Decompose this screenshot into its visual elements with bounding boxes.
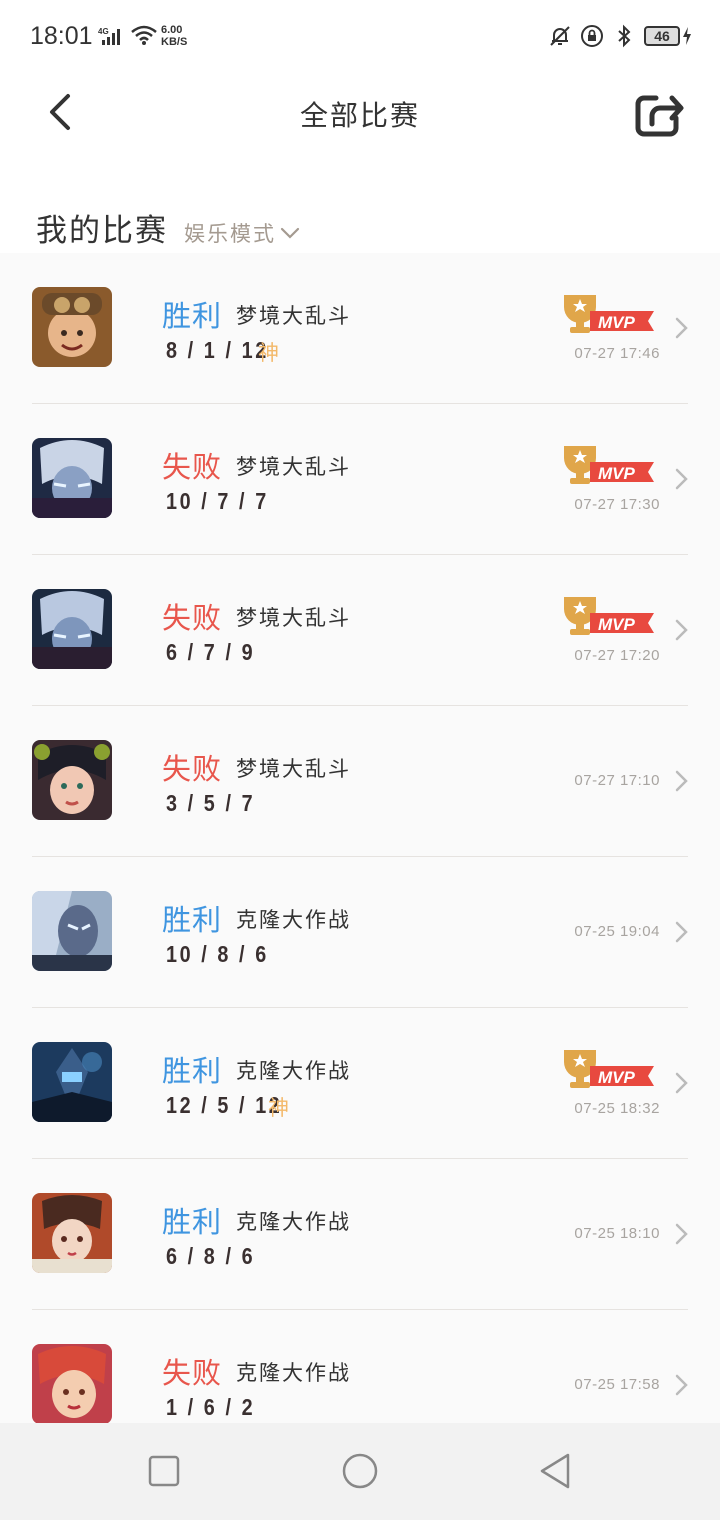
share-icon <box>635 95 684 137</box>
match-kda: 6 / 8 / 6 <box>166 1243 256 1269</box>
match-mode: 克隆大作战 <box>236 1059 351 1083</box>
charging-icon <box>683 27 691 45</box>
mvp-badge: MVP <box>564 597 654 635</box>
chevron-right-icon <box>675 770 688 792</box>
match-row[interactable]: 胜利 克隆大作战 12 / 5 / 12 神 MVP 07-25 18:32 <box>0 1008 720 1159</box>
speed-unit: KB/S <box>161 36 188 48</box>
match-row[interactable]: 失败 梦境大乱斗 6 / 7 / 9 MVP 07-27 17:20 <box>0 555 720 706</box>
match-time: 07-25 17:58 <box>574 1376 660 1393</box>
hero-avatar <box>32 1042 112 1122</box>
match-result: 胜利 <box>162 903 223 937</box>
match-result: 失败 <box>162 752 223 786</box>
system-nav-bar <box>0 1423 720 1520</box>
app-header: 全部比赛 <box>0 72 720 156</box>
page-title: 全部比赛 <box>299 99 420 132</box>
match-row[interactable]: 胜利 梦境大乱斗 8 / 1 / 12 神 MVP 07-27 17:46 <box>0 253 720 404</box>
section-title: 我的比赛 <box>36 213 168 249</box>
match-time: 07-27 17:10 <box>574 772 660 789</box>
chevron-right-icon <box>675 1223 688 1245</box>
match-mode: 克隆大作战 <box>236 1210 351 1234</box>
match-mode: 梦境大乱斗 <box>236 757 351 781</box>
square-icon <box>148 1455 180 1487</box>
mvp-label: MVP <box>598 313 636 332</box>
match-mode: 克隆大作战 <box>236 908 351 932</box>
match-result: 胜利 <box>162 1205 223 1239</box>
match-result: 胜利 <box>162 299 223 333</box>
match-kda: 10 / 7 / 7 <box>166 488 269 514</box>
match-result: 失败 <box>162 1356 223 1390</box>
match-list[interactable]: 胜利 梦境大乱斗 8 / 1 / 12 神 MVP 07-27 17:46 失败… <box>0 253 720 1423</box>
triangle-back-icon <box>540 1453 570 1489</box>
match-result: 胜利 <box>162 1054 223 1088</box>
match-time: 07-25 18:32 <box>574 1100 660 1117</box>
match-kda: 3 / 5 / 7 <box>166 790 256 816</box>
home-button[interactable] <box>340 1451 380 1491</box>
match-mode: 梦境大乱斗 <box>236 304 351 328</box>
god-badge: 神 <box>258 341 279 365</box>
circle-icon <box>342 1453 378 1489</box>
chevron-right-icon <box>675 1374 688 1396</box>
match-time: 07-25 19:04 <box>574 923 660 940</box>
recents-button[interactable] <box>144 1451 184 1491</box>
mvp-badge: MVP <box>564 295 654 333</box>
match-kda: 1 / 6 / 2 <box>166 1394 256 1420</box>
share-button[interactable] <box>634 90 686 138</box>
match-row[interactable]: 胜利 克隆大作战 6 / 8 / 6 07-25 18:10 <box>0 1159 720 1310</box>
chevron-down-icon <box>280 227 300 239</box>
hero-avatar <box>32 287 112 367</box>
rotation-lock-icon <box>581 25 603 47</box>
hero-avatar <box>32 1193 112 1273</box>
match-mode: 梦境大乱斗 <box>236 606 351 630</box>
match-result: 失败 <box>162 450 223 484</box>
mvp-label: MVP <box>598 1068 636 1087</box>
chevron-right-icon <box>675 1072 688 1094</box>
god-badge: 神 <box>268 1096 289 1120</box>
match-time: 07-27 17:20 <box>574 647 660 664</box>
network-label: 4G <box>98 27 109 36</box>
battery-indicator: 46 <box>644 26 692 46</box>
mvp-label: MVP <box>598 464 636 483</box>
nav-back-button[interactable] <box>536 1451 576 1491</box>
hero-avatar <box>32 1344 112 1423</box>
speed-value: 6.00 <box>161 24 183 36</box>
chevron-right-icon <box>675 619 688 641</box>
battery-level: 46 <box>644 26 680 46</box>
hero-avatar <box>32 740 112 820</box>
chevron-right-icon <box>675 317 688 339</box>
match-mode: 克隆大作战 <box>236 1361 351 1385</box>
match-kda: 10 / 8 / 6 <box>166 941 269 967</box>
match-time: 07-27 17:46 <box>574 345 660 362</box>
match-kda: 6 / 7 / 9 <box>166 639 256 665</box>
match-kda: 8 / 1 / 12 <box>166 337 269 363</box>
hero-avatar <box>32 589 112 669</box>
mvp-badge: MVP <box>564 446 654 484</box>
mvp-label: MVP <box>598 615 636 634</box>
match-result: 失败 <box>162 601 223 635</box>
match-row[interactable]: 失败 梦境大乱斗 10 / 7 / 7 MVP 07-27 17:30 <box>0 404 720 555</box>
hero-avatar <box>32 438 112 518</box>
mvp-badge: MVP <box>564 1050 654 1088</box>
mode-filter-dropdown[interactable]: 娱乐模式 <box>184 218 300 248</box>
bluetooth-icon <box>618 24 631 48</box>
signal-icon: 4G <box>98 27 120 45</box>
bell-off-icon <box>550 26 570 46</box>
match-time: 07-25 18:10 <box>574 1225 660 1242</box>
status-time: 18:01 <box>30 22 93 50</box>
match-row[interactable]: 胜利 克隆大作战 10 / 8 / 6 07-25 19:04 <box>0 857 720 1008</box>
chevron-right-icon <box>675 921 688 943</box>
match-kda: 12 / 5 / 12 <box>166 1092 283 1118</box>
match-time: 07-27 17:30 <box>574 496 660 513</box>
section-heading: 我的比赛 娱乐模式 <box>36 205 300 255</box>
hero-avatar <box>32 891 112 971</box>
match-mode: 梦境大乱斗 <box>236 455 351 479</box>
network-speed: 6.00 KB/S <box>161 24 201 48</box>
wifi-icon <box>131 25 157 45</box>
mode-filter-label: 娱乐模式 <box>184 222 276 246</box>
match-row[interactable]: 失败 梦境大乱斗 3 / 5 / 7 07-27 17:10 <box>0 706 720 857</box>
status-right: 46 <box>548 22 692 50</box>
match-row[interactable]: 失败 克隆大作战 1 / 6 / 2 07-25 17:58 <box>0 1310 720 1423</box>
status-bar: 18:01 4G 6.00 KB/S 46 <box>0 0 720 72</box>
chevron-right-icon <box>675 468 688 490</box>
